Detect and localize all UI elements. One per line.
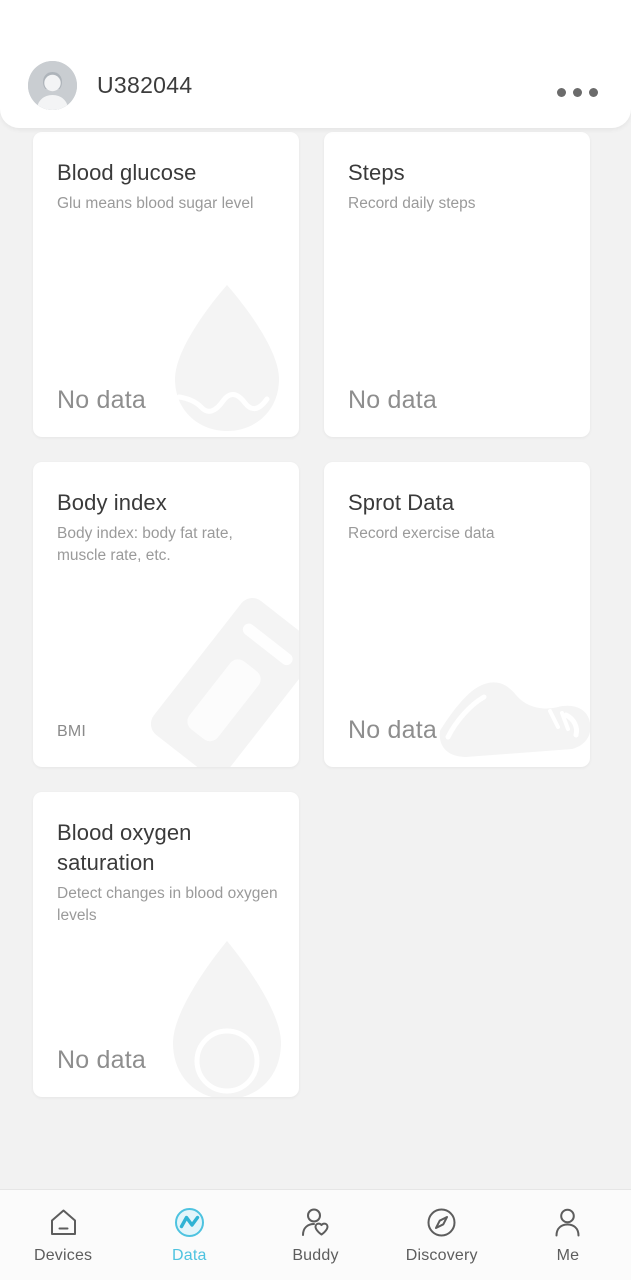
data-card-scroll-area[interactable]: No data No data Blood glucose Glu means … <box>0 0 631 1190</box>
card-title: Sprot Data <box>348 490 455 515</box>
card-title: Blood glucose <box>57 160 197 185</box>
body-scale-icon <box>135 581 299 767</box>
data-pulse-circle-icon <box>171 1204 207 1240</box>
card-value: No data <box>57 386 146 414</box>
data-card-body-index[interactable]: Body index Body index: body fat rate, mu… <box>33 462 299 767</box>
more-dot-icon <box>573 87 582 97</box>
data-card-sprot-data[interactable]: Sprot Data Record exercise data No data <box>324 462 590 767</box>
card-subtitle: Detect changes in blood oxygen levels <box>57 885 278 924</box>
compass-icon <box>424 1204 460 1240</box>
home-device-icon <box>45 1204 81 1240</box>
data-card-grid: No data No data Blood glucose Glu means … <box>0 0 631 1097</box>
header-inner: U382044 <box>0 42 631 128</box>
card-title: Blood oxygen saturation <box>57 820 192 875</box>
user-name: U382044 <box>97 71 193 98</box>
blood-drop-pulse-icon <box>135 251 299 437</box>
more-options-button[interactable] <box>553 78 602 107</box>
person-heart-icon <box>298 1204 334 1240</box>
more-dot-icon <box>589 87 598 97</box>
app-header: U382044 <box>0 0 631 128</box>
avatar-placeholder-icon <box>28 60 77 110</box>
nav-item-data[interactable]: Data <box>126 1204 252 1265</box>
nav-label: Discovery <box>405 1247 478 1264</box>
card-value: BMI <box>57 723 87 740</box>
card-value: No data <box>348 716 437 744</box>
more-dot-icon <box>557 87 566 97</box>
card-title: Steps <box>348 160 405 185</box>
card-title: Body index <box>57 490 167 515</box>
person-icon <box>550 1204 586 1240</box>
nav-item-me[interactable]: Me <box>505 1204 631 1265</box>
nav-label: Data <box>172 1247 207 1264</box>
health-data-app: No data No data Blood glucose Glu means … <box>0 0 631 1280</box>
card-value: No data <box>57 1046 146 1074</box>
data-card-blood-oxygen[interactable]: Blood oxygen saturation Detect changes i… <box>33 792 299 1097</box>
card-subtitle: Glu means blood sugar level <box>57 195 254 212</box>
bottom-navigation-bar: Devices Data Buddy Discovery Me <box>0 1189 631 1280</box>
avatar[interactable] <box>28 60 77 110</box>
blood-drop-icon <box>135 911 299 1097</box>
nav-item-buddy[interactable]: Buddy <box>252 1204 378 1265</box>
card-subtitle: Body index: body fat rate, muscle rate, … <box>57 525 233 564</box>
nav-item-discovery[interactable]: Discovery <box>379 1204 505 1265</box>
data-card-steps[interactable]: Steps Record daily steps No data <box>324 132 590 437</box>
nav-item-devices[interactable]: Devices <box>0 1204 126 1265</box>
card-value: No data <box>348 386 437 414</box>
nav-label: Me <box>556 1247 580 1264</box>
card-subtitle: Record exercise data <box>348 525 495 542</box>
running-shoe-icon <box>426 581 590 767</box>
nav-label: Buddy <box>292 1247 339 1264</box>
data-card-blood-glucose[interactable]: Blood glucose Glu means blood sugar leve… <box>33 132 299 437</box>
card-subtitle: Record daily steps <box>348 195 476 212</box>
nav-label: Devices <box>33 1247 93 1264</box>
